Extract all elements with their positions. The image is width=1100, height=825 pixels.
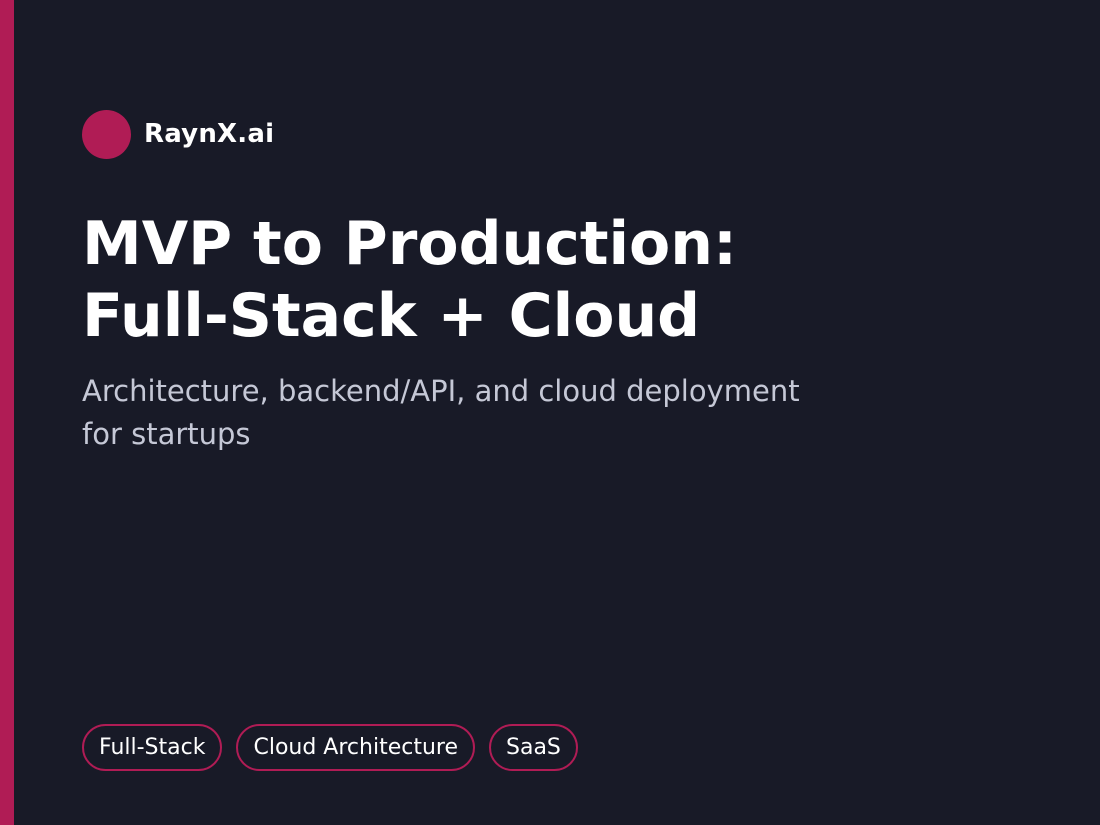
page-title: MVP to Production: Full-Stack + Cloud — [82, 208, 982, 352]
page-title-line-2: Full-Stack + Cloud — [82, 281, 701, 351]
tag-list: Full-Stack Cloud Architecture SaaS — [82, 724, 578, 771]
subtitle-line-1: Architecture, backend/API, and cloud dep… — [82, 374, 800, 408]
subtitle: Architecture, backend/API, and cloud dep… — [82, 370, 882, 456]
hero-card: RaynX.ai MVP to Production: Full-Stack +… — [0, 0, 1100, 825]
subtitle-line-2: for startups — [82, 417, 251, 451]
brand-name: RaynX.ai — [144, 119, 275, 149]
accent-bar — [0, 0, 14, 825]
brand: RaynX.ai — [82, 109, 275, 159]
page-title-line-1: MVP to Production: — [82, 209, 737, 279]
brand-logo-dot — [82, 109, 131, 159]
tag-full-stack: Full-Stack — [82, 724, 223, 771]
tag-saas: SaaS — [489, 724, 578, 771]
tag-cloud-architecture: Cloud Architecture — [236, 724, 475, 771]
